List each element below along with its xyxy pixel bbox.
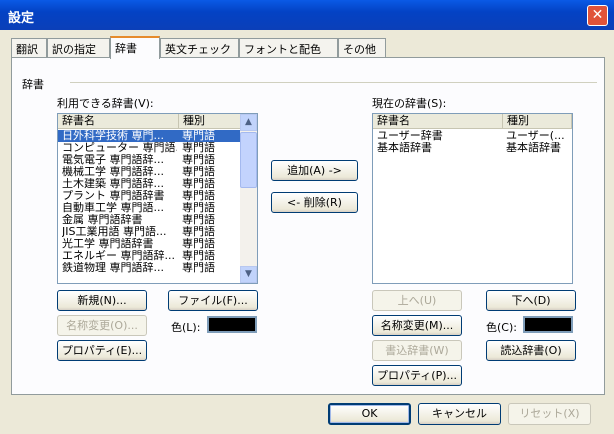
current-properties-button[interactable]: プロパティ(P)... (372, 365, 462, 386)
dict-type: 専門語 (182, 214, 215, 226)
dict-type: 専門語 (182, 142, 215, 154)
close-icon: ✕ (591, 7, 604, 23)
current-dict-list[interactable]: 辞書名 種別 ユーザー辞書 ユーザー(... 基本語辞書 基本語辞書 (372, 113, 573, 284)
dict-name: 光工学 専門語辞書 (62, 238, 154, 250)
list-item[interactable]: ユーザー辞書 ユーザー(... (373, 130, 572, 142)
tab-translate[interactable]: 翻訳 (11, 38, 47, 57)
list-item[interactable]: 光工学 専門語辞書 専門語 (58, 238, 241, 250)
cancel-button[interactable]: キャンセル (418, 403, 501, 425)
list-item[interactable]: 自動車工学 専門語... 専門語 (58, 202, 241, 214)
remove-button[interactable]: <- 削除(R) (271, 192, 358, 213)
list-item[interactable]: 鉄道物理 専門語辞... 専門語 (58, 262, 241, 274)
current-col-header-type[interactable]: 種別 (503, 114, 572, 129)
move-down-button[interactable]: 下へ(D) (486, 290, 576, 311)
dict-type: 基本語辞書 (506, 142, 561, 154)
dict-type: 専門語 (182, 226, 215, 238)
tab-dictionary[interactable]: 辞書 (110, 36, 160, 59)
close-button[interactable]: ✕ (587, 5, 608, 26)
list-item[interactable]: プラント 専門語辞書 専門語 (58, 190, 241, 202)
current-dict-label: 現在の辞書(S): (372, 97, 447, 110)
dict-type: 専門語 (182, 190, 215, 202)
list-item[interactable]: 金属 専門語辞書 専門語 (58, 214, 241, 226)
scroll-up-button[interactable]: ▲ (240, 114, 257, 131)
dict-name: 鉄道物理 専門語辞... (62, 262, 164, 274)
dict-type: 専門語 (182, 262, 215, 274)
dict-name: 基本語辞書 (377, 142, 432, 154)
list-item[interactable]: コンピューター 専門語... 専門語 (58, 142, 241, 154)
group-label: 辞書 (22, 78, 44, 91)
list-item[interactable]: 電気電子 専門語辞... 専門語 (58, 154, 241, 166)
dict-name: 自動車工学 専門語... (62, 202, 164, 214)
group-divider (70, 82, 597, 83)
available-color-label: 色(L): (171, 321, 201, 334)
dict-name: 金属 専門語辞書 (62, 214, 143, 226)
write-dict-button[interactable]: 書込辞書(W) (372, 340, 462, 361)
available-dict-list[interactable]: 辞書名 種別 日外科学技術 専門... 専門語 コンピューター 専門語... 専門語電… (57, 113, 258, 284)
list-item[interactable]: エネルギー 専門語辞... 専門語 (58, 250, 241, 262)
scroll-down-button[interactable]: ▼ (240, 266, 257, 283)
scroll-thumb[interactable] (240, 132, 257, 188)
available-color-swatch[interactable] (207, 316, 257, 333)
list-item[interactable]: 土木建築 専門語辞... 専門語 (58, 178, 241, 190)
list-item[interactable]: JIS工業用語 専門語... 専門語 (58, 226, 241, 238)
dict-name: 電気電子 専門語辞... (62, 154, 164, 166)
tab-english-check[interactable]: 英文チェック (160, 38, 239, 57)
dict-type: 専門語 (182, 178, 215, 190)
dict-name: 日外科学技術 専門... (62, 130, 164, 142)
arrow-up-icon: ▲ (245, 117, 252, 127)
new-dict-button[interactable]: 新規(N)... (57, 290, 147, 311)
title-bar[interactable]: 設定 ✕ (0, 0, 614, 30)
dict-type: 専門語 (182, 130, 215, 142)
tab-other[interactable]: その他 (338, 38, 386, 57)
file-button[interactable]: ファイル(F)... (168, 290, 258, 311)
current-col-header-name[interactable]: 辞書名 (373, 114, 503, 129)
settings-dialog: 設定 ✕ 翻訳 訳の指定 辞書 英文チェック フォントと配色 その他 辞書 利用… (0, 0, 614, 434)
dict-type: 専門語 (182, 202, 215, 214)
dict-type: 専門語 (182, 250, 215, 262)
dict-type: 専門語 (182, 166, 215, 178)
current-color-swatch[interactable] (523, 316, 573, 333)
dict-type: 専門語 (182, 154, 215, 166)
dict-name: 土木建築 専門語辞... (62, 178, 164, 190)
list-item[interactable]: 日外科学技術 専門... 専門語 (58, 130, 241, 142)
read-dict-button[interactable]: 読込辞書(O) (486, 340, 576, 361)
ok-button[interactable]: OK (328, 403, 411, 425)
col-header-name[interactable]: 辞書名 (58, 114, 179, 129)
arrow-down-icon: ▼ (245, 269, 252, 279)
window-title: 設定 (8, 11, 35, 26)
dict-name: エネルギー 専門語辞... (62, 250, 175, 262)
add-button[interactable]: 追加(A) -> (271, 160, 358, 181)
dict-name: ユーザー辞書 (377, 130, 443, 142)
dict-name: プラント 専門語辞書 (62, 190, 165, 202)
dict-type: 専門語 (182, 238, 215, 250)
list-item[interactable]: 機械工学 専門語辞... 専門語 (58, 166, 241, 178)
available-dict-label: 利用できる辞書(V): (57, 97, 154, 110)
available-properties-button[interactable]: プロパティ(E)... (57, 340, 147, 361)
reset-button[interactable]: リセット(X) (508, 403, 591, 425)
rename-available-button[interactable]: 名称変更(O)... (57, 315, 147, 336)
dict-type: ユーザー(... (506, 130, 565, 142)
tab-font-color[interactable]: フォントと配色 (239, 38, 338, 57)
dict-name: JIS工業用語 専門語... (62, 226, 167, 238)
rename-current-button[interactable]: 名称変更(M)... (372, 315, 462, 336)
vertical-scrollbar[interactable]: ▲ ▼ (240, 114, 257, 283)
dict-name: コンピューター 専門語... (62, 142, 177, 154)
move-up-button[interactable]: 上へ(U) (372, 290, 462, 311)
col-header-type[interactable]: 種別 (179, 114, 241, 129)
dict-name: 機械工学 専門語辞... (62, 166, 164, 178)
list-item[interactable]: 基本語辞書 基本語辞書 (373, 142, 572, 154)
tab-translation-spec[interactable]: 訳の指定 (47, 38, 110, 57)
current-color-label: 色(C): (486, 321, 517, 334)
